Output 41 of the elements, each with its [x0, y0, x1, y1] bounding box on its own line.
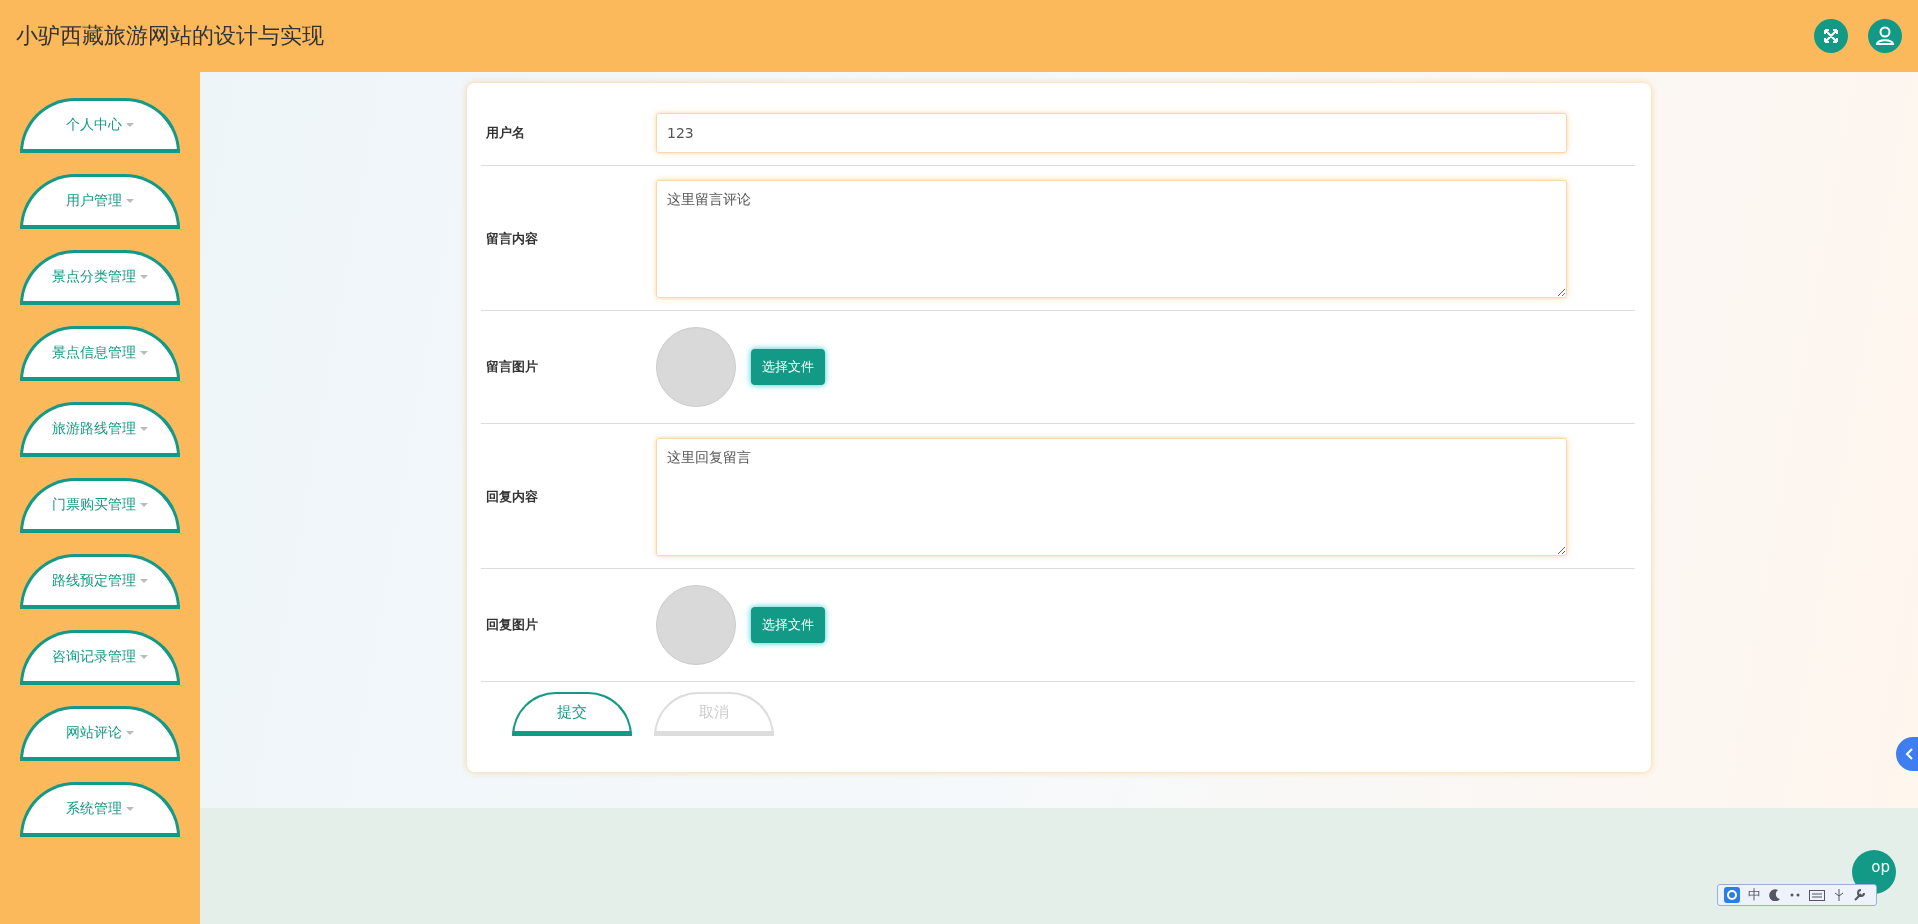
username-field[interactable]: 123 — [656, 113, 1567, 153]
caret-icon — [126, 199, 134, 203]
choose-file-button[interactable]: 选择文件 — [751, 607, 825, 643]
caret-icon — [140, 351, 148, 355]
sidebar-menu-item[interactable]: 景点信息管理 — [20, 326, 180, 381]
moon-icon[interactable] — [1769, 889, 1781, 901]
field-label: 回复内容 — [485, 488, 539, 506]
sidebar-menu-item[interactable]: 旅游路线管理 — [20, 402, 180, 457]
sidebar-menu-item[interactable]: 用户管理 — [20, 174, 180, 229]
sidebar-menu-item[interactable]: 个人中心 — [20, 98, 180, 153]
text-area[interactable]: 这里留言评论 — [656, 180, 1567, 298]
caret-icon — [140, 427, 148, 431]
sidebar-menu-item[interactable]: 景点分类管理 — [20, 250, 180, 305]
site-title: 小驴西藏旅游网站的设计与实现 — [16, 22, 325, 50]
field-label: 留言图片 — [485, 358, 539, 376]
caret-icon — [140, 579, 148, 583]
submit-button[interactable]: 提交 — [512, 692, 632, 736]
fullscreen-icon[interactable] — [1814, 19, 1848, 53]
input-mode-label[interactable]: 中 — [1748, 886, 1761, 904]
sidebar-menu-item[interactable]: 网站评论 — [20, 706, 180, 761]
chevron-left-icon — [1905, 748, 1913, 760]
caret-icon — [126, 731, 134, 735]
sidebar-menu-item[interactable]: 咨询记录管理 — [20, 630, 180, 685]
choose-file-button[interactable]: 选择文件 — [751, 349, 825, 385]
field-label: 留言内容 — [485, 230, 539, 248]
caret-icon — [140, 655, 148, 659]
user-icon[interactable] — [1868, 19, 1902, 53]
wrench-icon[interactable] — [1853, 889, 1865, 901]
text-area[interactable]: 这里回复留言 — [656, 438, 1567, 556]
app-logo-icon[interactable] — [1724, 887, 1740, 903]
sidebar-menu-item[interactable]: 系统管理 — [20, 782, 180, 837]
sidebar-menu-item[interactable]: 门票购买管理 — [20, 478, 180, 533]
keyboard-icon[interactable] — [1809, 889, 1825, 901]
caret-icon — [140, 275, 148, 279]
split-icon[interactable] — [1833, 889, 1845, 901]
field-label: 回复图片 — [485, 616, 539, 634]
caret-icon — [126, 807, 134, 811]
field-label: 用户名 — [485, 124, 526, 142]
sidebar-menu-item[interactable]: 路线预定管理 — [20, 554, 180, 609]
caret-icon — [140, 503, 148, 507]
caret-icon — [126, 123, 134, 127]
